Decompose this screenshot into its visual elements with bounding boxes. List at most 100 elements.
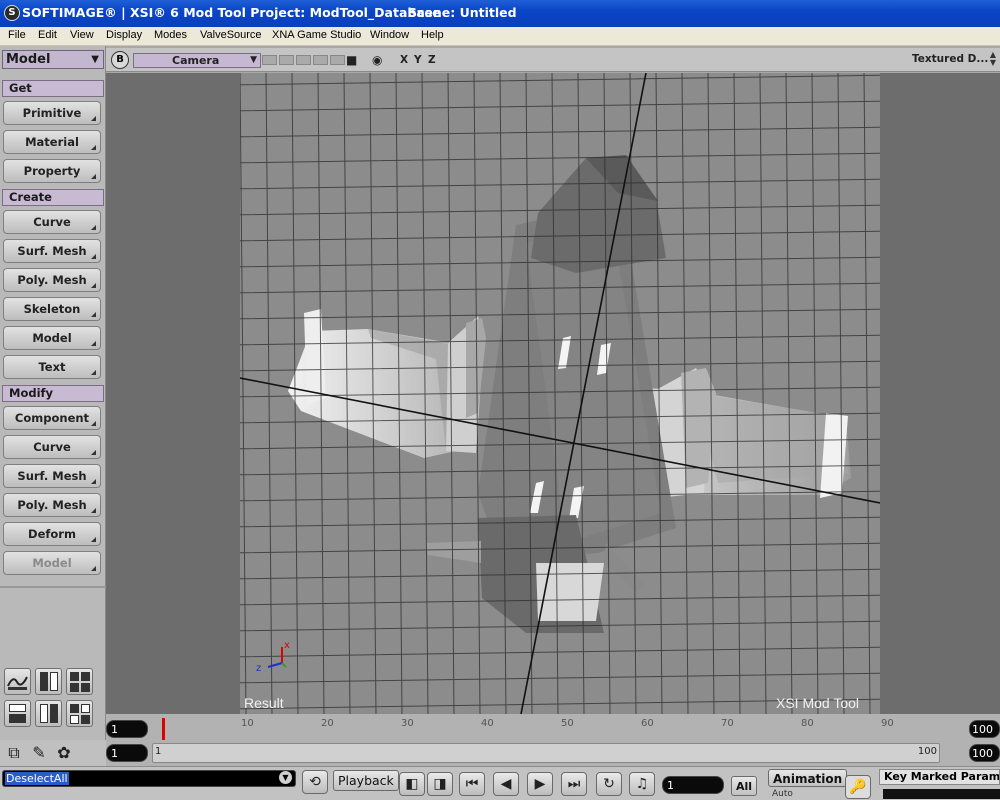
key-icon[interactable]: 🔑 xyxy=(845,775,871,799)
menu-file[interactable]: File xyxy=(8,29,26,41)
tick-label: 50 xyxy=(561,718,574,729)
playhead[interactable] xyxy=(162,718,165,740)
current-frame-field[interactable]: 1 xyxy=(662,776,724,794)
get-primitive-button[interactable]: Primitive xyxy=(3,101,101,125)
timeline-ruler[interactable]: 10 20 30 40 50 60 70 80 90 xyxy=(160,716,970,738)
all-button[interactable]: All xyxy=(731,776,758,796)
menu-window[interactable]: Window xyxy=(370,29,409,41)
axis-y-button[interactable]: Y xyxy=(414,54,422,66)
range-slider[interactable]: 1 100 xyxy=(152,743,940,763)
camera-label: Camera xyxy=(172,54,220,67)
transform-tool-icon[interactable]: ⧉ xyxy=(2,742,26,764)
layout-two-pane-icon[interactable] xyxy=(35,668,62,695)
create-curve-button[interactable]: Curve xyxy=(3,210,101,234)
range-end-field[interactable]: 100 xyxy=(969,744,1000,762)
viewport-slot[interactable] xyxy=(296,55,311,65)
toolbar-mode-select[interactable]: Model ▼ xyxy=(2,50,104,69)
get-material-button[interactable]: Material xyxy=(3,130,101,154)
section-modify[interactable]: Modify xyxy=(2,385,104,402)
modify-curve-button[interactable]: Curve xyxy=(3,435,101,459)
layout-grid-icon[interactable] xyxy=(66,700,93,727)
viewport-scroll-arrows-icon[interactable]: ▲ ▼ xyxy=(987,51,999,67)
get-property-button[interactable]: Property xyxy=(3,159,101,183)
camera-icon[interactable]: ■ xyxy=(346,53,357,67)
modify-component-button[interactable]: Component xyxy=(3,406,101,430)
end-frame-field[interactable]: 100 xyxy=(969,720,1000,738)
button-label: Model xyxy=(32,556,72,570)
create-surf-mesh-button[interactable]: Surf. Mesh xyxy=(3,239,101,263)
window-title: SOFTIMAGE® | XSI® 6 Mod Tool Project: Mo… xyxy=(22,5,441,20)
tail-fin-left xyxy=(426,541,481,563)
camera-select[interactable]: Camera ▼ xyxy=(133,53,261,68)
tick-label: 40 xyxy=(481,718,494,729)
viewport-slot[interactable] xyxy=(262,55,277,65)
command-bar: DeselectAll ▼ ⟲ Playback ◧ ◨ ⏮ ◀ ▶ ⏭ ↻ ♫… xyxy=(0,766,1000,800)
menu-valvesource[interactable]: ValveSource xyxy=(200,29,262,41)
display-mode-menu[interactable]: Textured D... xyxy=(912,53,988,65)
menu-modes[interactable]: Modes xyxy=(154,29,187,41)
section-get[interactable]: Get xyxy=(2,80,104,97)
title-bar: S SOFTIMAGE® | XSI® 6 Mod Tool Project: … xyxy=(0,0,1000,27)
create-model-button[interactable]: Model xyxy=(3,326,101,350)
loop-icon[interactable]: ↻ xyxy=(596,772,622,796)
eye-icon[interactable]: ◉ xyxy=(372,53,382,67)
layout-four-pane-icon[interactable] xyxy=(66,668,93,695)
modify-model-button[interactable]: Model xyxy=(3,551,101,575)
curve-editor-icon xyxy=(7,676,28,690)
layout-curve-icon[interactable] xyxy=(4,668,31,695)
audio-icon[interactable]: ♫ xyxy=(629,772,655,796)
brush-tool-icon[interactable]: ✎ xyxy=(27,742,51,764)
menu-xna-game-studio[interactable]: XNA Game Studio xyxy=(272,29,361,41)
animation-auto-label: Auto xyxy=(772,789,793,799)
range-start-label: 1 xyxy=(155,746,162,757)
modify-deform-button[interactable]: Deform xyxy=(3,522,101,546)
dropdown-arrow-icon[interactable]: ▼ xyxy=(279,771,292,784)
create-poly-mesh-button[interactable]: Poly. Mesh xyxy=(3,268,101,292)
submenu-arrow-icon xyxy=(91,537,96,542)
first-frame-icon[interactable]: ◧ xyxy=(399,772,425,796)
prev-key-icon[interactable]: ◨ xyxy=(427,772,453,796)
palette-tool-icon[interactable]: ✿ xyxy=(52,742,76,764)
axis-x-button[interactable]: X xyxy=(400,54,408,66)
layout-right-icon[interactable] xyxy=(35,700,62,727)
key-field[interactable] xyxy=(883,789,1000,799)
modify-poly-mesh-button[interactable]: Poly. Mesh xyxy=(3,493,101,517)
axis-z-button[interactable]: Z xyxy=(428,54,436,66)
softimage-logo-icon[interactable]: S xyxy=(4,5,20,21)
toolbar-mode-label: Model xyxy=(6,52,51,67)
button-label: Skeleton xyxy=(23,302,81,316)
layout-bottom-icon[interactable] xyxy=(4,700,31,727)
button-label: Deform xyxy=(28,527,76,541)
animation-menu-button[interactable]: Animation xyxy=(768,769,848,787)
tick-label: 80 xyxy=(801,718,814,729)
play-forward-icon[interactable]: ▶ xyxy=(527,772,553,796)
button-label: Poly. Mesh xyxy=(17,498,87,512)
3d-viewport[interactable]: x z Result XSI Mod Tool xyxy=(106,73,1000,714)
command-input[interactable]: DeselectAll ▼ xyxy=(2,770,296,787)
pane-shape xyxy=(70,715,79,724)
viewport-slot[interactable] xyxy=(330,55,345,65)
menu-help[interactable]: Help xyxy=(421,29,444,41)
play-backward-icon[interactable]: ◀ xyxy=(493,772,519,796)
viewport-slot[interactable] xyxy=(279,55,294,65)
submenu-arrow-icon xyxy=(91,450,96,455)
start-frame-field[interactable]: 1 xyxy=(106,720,148,738)
menu-edit[interactable]: Edit xyxy=(38,29,57,41)
rewind-icon[interactable]: ⏮ xyxy=(459,772,485,796)
tick-label: 10 xyxy=(241,718,254,729)
create-text-button[interactable]: Text xyxy=(3,355,101,379)
create-skeleton-button[interactable]: Skeleton xyxy=(3,297,101,321)
script-editor-icon[interactable]: ⟲ xyxy=(302,770,328,794)
key-marked-parameters-button[interactable]: Key Marked Parame xyxy=(879,769,1000,785)
menu-display[interactable]: Display xyxy=(106,29,142,41)
viewport-slot[interactable] xyxy=(313,55,328,65)
playback-menu-button[interactable]: Playback xyxy=(333,770,399,791)
viewport-menu-button[interactable]: B xyxy=(111,51,129,69)
range-start-field[interactable]: 1 xyxy=(106,744,148,762)
modify-surf-mesh-button[interactable]: Surf. Mesh xyxy=(3,464,101,488)
scene-render: x z xyxy=(240,73,880,714)
section-create[interactable]: Create xyxy=(2,189,104,206)
menu-view[interactable]: View xyxy=(70,29,94,41)
fast-forward-icon[interactable]: ⏭ xyxy=(561,772,587,796)
button-label: Primitive xyxy=(22,106,82,120)
